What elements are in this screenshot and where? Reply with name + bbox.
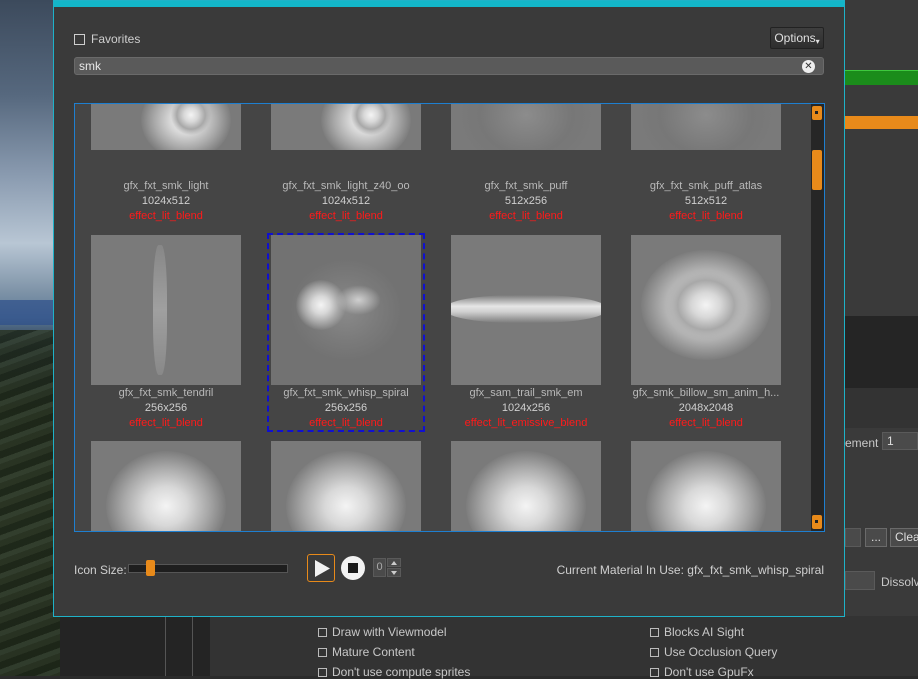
material-type: effect_lit_blend — [669, 417, 743, 429]
material-type: effect_lit_blend — [669, 210, 743, 222]
material-name: gfx_fxt_smk_puff_atlas — [649, 180, 763, 192]
material-dimensions: 512x256 — [504, 195, 548, 207]
material-thumbnail[interactable] — [451, 235, 601, 385]
material-name: gfx_sam_trail_smk_em — [469, 387, 583, 399]
material-thumbnail[interactable] — [91, 104, 241, 150]
material-dimensions: 512x512 — [684, 195, 728, 207]
checkbox-box[interactable] — [318, 667, 327, 677]
dissolve-label: Dissolve — [881, 575, 918, 589]
play-button[interactable] — [307, 554, 335, 582]
clear-button[interactable]: Clear — [890, 528, 918, 547]
checkbox-box[interactable] — [650, 647, 659, 657]
element-label: ement — [845, 436, 879, 450]
background-options-panel — [210, 616, 918, 676]
material-name: gfx_fxt_smk_puff — [484, 180, 568, 192]
clear-search-icon[interactable]: ✕ — [802, 60, 815, 73]
material-type: effect_lit_emissive_blend — [464, 417, 588, 429]
orange-highlight-bar — [845, 116, 918, 129]
material-type: effect_lit_blend — [129, 417, 203, 429]
scroll-thumb[interactable] — [812, 150, 822, 190]
material-name: gfx_fxt_smk_tendril — [118, 387, 214, 399]
current-material-label: Current Material In Use: gfx_fxt_smk_whi… — [556, 563, 824, 577]
material-thumbnail[interactable] — [451, 441, 601, 531]
material-dimensions: 1024x512 — [321, 195, 371, 207]
element-input[interactable]: 1 — [882, 432, 918, 450]
background-editor-panel: ement 1 ... Clear Dissolve — [845, 0, 918, 676]
dropdown-caret-icon: ▾ — [815, 37, 820, 46]
checkbox-box[interactable] — [318, 627, 327, 637]
material-dimensions: 2048x2048 — [678, 402, 734, 414]
grid-scrollbar[interactable] — [811, 104, 824, 531]
dissolve-spinner[interactable] — [845, 571, 875, 590]
checkbox-box[interactable] — [650, 627, 659, 637]
use-occlusion-query-checkbox[interactable]: Use Occlusion Query — [650, 645, 777, 659]
material-name: gfx_fxt_smk_light_z40_oo — [282, 180, 410, 192]
frame-spinner[interactable] — [387, 558, 401, 577]
dont-use-gpufx-checkbox[interactable]: Don't use GpuFx — [650, 665, 754, 679]
material-dimensions: 1024x512 — [141, 195, 191, 207]
checkbox-box[interactable] — [74, 33, 85, 45]
material-browser-dialog: Favorites Options▾ smk ✕ gfx_fxt_smk_lig… — [53, 0, 845, 617]
material-field[interactable] — [845, 528, 861, 547]
dont-use-compute-sprites-checkbox[interactable]: Don't use compute sprites — [318, 665, 470, 679]
favorites-checkbox[interactable]: Favorites — [74, 32, 140, 46]
selection-outline — [267, 233, 425, 432]
search-input[interactable]: smk — [74, 57, 824, 75]
stop-icon — [348, 563, 358, 573]
background-landscape-image — [0, 0, 60, 676]
spinner-down-icon[interactable] — [387, 568, 401, 577]
blocks-ai-sight-checkbox[interactable]: Blocks AI Sight — [650, 625, 744, 639]
play-icon — [315, 560, 330, 577]
checkbox-box[interactable] — [650, 667, 659, 677]
mature-content-checkbox[interactable]: Mature Content — [318, 645, 415, 659]
material-thumbnail[interactable] — [631, 441, 781, 531]
stop-button[interactable] — [341, 556, 365, 580]
material-name: gfx_smk_billow_sm_anim_h... — [632, 387, 780, 399]
checkbox-box[interactable] — [318, 647, 327, 657]
material-grid[interactable]: gfx_fxt_smk_light 1024x512 effect_lit_bl… — [74, 103, 825, 532]
material-type: effect_lit_blend — [489, 210, 563, 222]
material-dimensions: 256x256 — [144, 402, 188, 414]
material-thumbnail[interactable] — [631, 104, 781, 150]
material-type: effect_lit_blend — [129, 210, 203, 222]
frame-spinner-input[interactable]: 0 — [373, 558, 386, 577]
material-thumbnail[interactable] — [631, 235, 781, 385]
favorites-label: Favorites — [91, 32, 141, 46]
draw-with-viewmodel-checkbox[interactable]: Draw with Viewmodel — [318, 625, 447, 639]
material-thumbnail[interactable] — [91, 235, 241, 385]
dialog-title-bar — [54, 1, 844, 7]
material-thumbnail[interactable] — [91, 441, 241, 531]
scroll-down-button[interactable] — [812, 515, 822, 529]
options-button[interactable]: Options▾ — [770, 27, 824, 49]
green-progress-bar — [845, 70, 918, 85]
background-side-strip — [60, 616, 210, 676]
material-thumbnail[interactable] — [271, 441, 421, 531]
spinner-up-icon[interactable] — [387, 558, 401, 567]
material-name: gfx_fxt_smk_light — [123, 180, 209, 192]
icon-size-slider-handle[interactable] — [146, 560, 155, 576]
material-type: effect_lit_blend — [309, 210, 383, 222]
material-thumbnail[interactable] — [271, 104, 421, 150]
icon-size-label: Icon Size: — [74, 563, 127, 577]
material-thumbnail[interactable] — [451, 104, 601, 150]
browse-button[interactable]: ... — [865, 528, 887, 547]
scroll-up-button[interactable] — [812, 106, 822, 120]
material-dimensions: 1024x256 — [501, 402, 551, 414]
